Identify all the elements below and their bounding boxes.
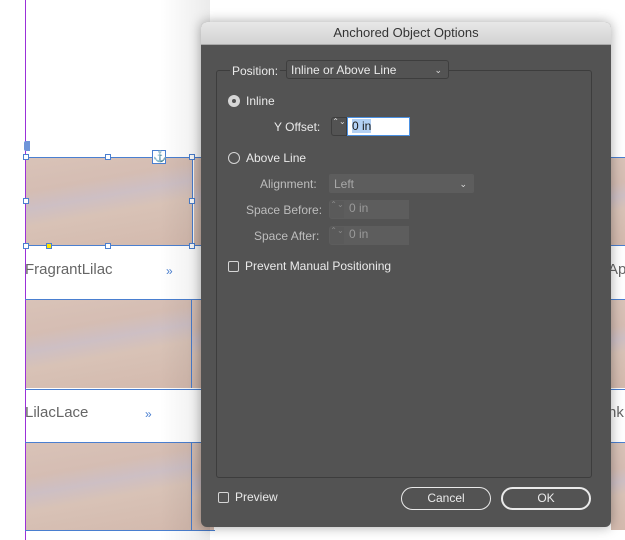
- frame-edge: [611, 245, 625, 246]
- selection-handle[interactable]: [105, 243, 111, 249]
- selection-handle[interactable]: [23, 198, 29, 204]
- chevron-down-icon: ⌄: [434, 65, 442, 75]
- position-select[interactable]: Inline or Above Line ⌄: [286, 60, 449, 79]
- y-offset-input[interactable]: 0 in: [347, 117, 410, 136]
- y-offset-value: 0 in: [352, 119, 372, 133]
- space-after-value: 0 in: [349, 227, 369, 241]
- above-line-label[interactable]: Above Line: [246, 151, 306, 165]
- space-before-stepper[interactable]: ⌃⌄: [329, 200, 345, 219]
- item-caption: FragrantLilac: [25, 261, 113, 278]
- chevron-down-icon: ⌄: [459, 179, 467, 189]
- space-before-value: 0 in: [349, 201, 369, 215]
- frame-edge: [611, 389, 625, 390]
- prevent-manual-positioning-label[interactable]: Prevent Manual Positioning: [245, 259, 391, 273]
- alignment-value: Left: [334, 177, 355, 191]
- frame-edge: [611, 299, 625, 300]
- space-after-label: Space After:: [254, 229, 320, 243]
- frame-edge: [611, 157, 625, 158]
- pilcrow-icon: [24, 141, 30, 151]
- space-after-stepper[interactable]: ⌃⌄: [329, 226, 345, 245]
- selection-handle[interactable]: [105, 154, 111, 160]
- dialog-title[interactable]: Anchored Object Options: [201, 22, 611, 45]
- item-caption: LilacLace: [25, 404, 89, 421]
- preview-label[interactable]: Preview: [235, 490, 278, 504]
- ok-button[interactable]: OK: [501, 487, 591, 510]
- y-offset-stepper[interactable]: ⌃⌄: [331, 117, 347, 136]
- space-after-input[interactable]: 0 in: [345, 226, 409, 245]
- position-value: Inline or Above Line: [291, 63, 397, 77]
- anchored-object-options-dialog: Anchored Object Options Position: Inline…: [201, 22, 611, 527]
- above-line-radio[interactable]: [228, 152, 240, 164]
- frame-edge: [611, 442, 625, 443]
- alignment-label: Alignment:: [260, 177, 317, 191]
- inline-radio[interactable]: [228, 95, 240, 107]
- selection-handle[interactable]: [23, 154, 29, 160]
- image-frame[interactable]: [611, 443, 625, 530]
- inline-label[interactable]: Inline: [246, 94, 275, 108]
- image-frame[interactable]: [611, 300, 625, 388]
- preview-checkbox[interactable]: [218, 492, 229, 503]
- selection-handle[interactable]: [23, 243, 29, 249]
- y-offset-label: Y Offset:: [274, 120, 321, 134]
- more-link[interactable]: »: [145, 407, 152, 421]
- alignment-select[interactable]: Left ⌄: [329, 174, 474, 193]
- space-before-input[interactable]: 0 in: [345, 200, 409, 219]
- position-label: Position:: [230, 64, 281, 78]
- cancel-button[interactable]: Cancel: [401, 487, 491, 510]
- space-before-label: Space Before:: [246, 203, 323, 217]
- image-frame[interactable]: [611, 157, 625, 245]
- corner-options-handle[interactable]: [46, 243, 52, 249]
- prevent-manual-positioning-checkbox[interactable]: [228, 261, 239, 272]
